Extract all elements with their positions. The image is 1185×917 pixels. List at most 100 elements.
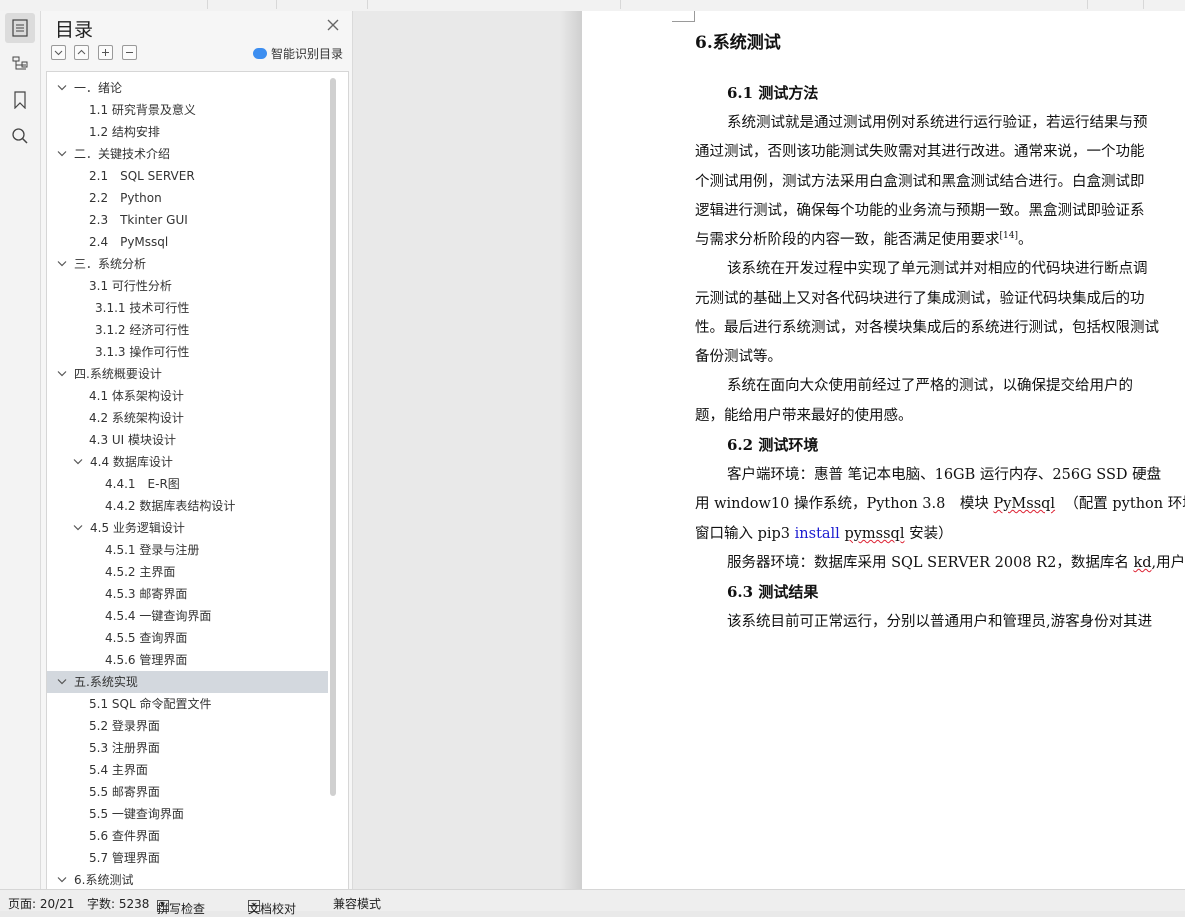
toc-item[interactable]: 3.1.2 经济可行性 bbox=[47, 319, 328, 341]
toc-item[interactable]: 4.4.2 数据库表结构设计 bbox=[47, 495, 328, 517]
toc-item-label: 4.4.1 E-R图 bbox=[105, 477, 180, 491]
toc-item[interactable]: 3.1.3 操作可行性 bbox=[47, 341, 328, 363]
toc-item[interactable]: 4.5.6 管理界面 bbox=[47, 649, 328, 671]
toc-item[interactable]: 1.1 研究背景及意义 bbox=[47, 99, 328, 121]
chapter-panel-button[interactable] bbox=[5, 49, 35, 79]
toc-item[interactable]: 2.1 SQL SERVER bbox=[47, 165, 328, 187]
chevron-down-icon[interactable] bbox=[57, 84, 67, 92]
toc-item[interactable]: 5.4 主界面 bbox=[47, 759, 328, 781]
toc-scrollbar[interactable] bbox=[330, 78, 336, 796]
page-indicator[interactable]: 页面: 20/21 bbox=[8, 895, 74, 912]
toc-item[interactable]: 4.1 体系架构设计 bbox=[47, 385, 328, 407]
toc-item[interactable]: 4.2 系统架构设计 bbox=[47, 407, 328, 429]
toc-item[interactable]: 4.4.1 E-R图 bbox=[47, 473, 328, 495]
toc-item-label: 4.1 体系架构设计 bbox=[89, 389, 184, 403]
toc-item-label: 4.5.5 查询界面 bbox=[105, 631, 188, 645]
paragraph-line: 系统测试就是通过测试用例对系统进行运行验证，若运行结果与预 bbox=[727, 115, 1148, 131]
toc-item[interactable]: 2.4 PyMssql bbox=[47, 231, 328, 253]
toc-item[interactable]: 4.4 数据库设计 bbox=[47, 451, 328, 473]
toc-item[interactable]: 5.3 注册界面 bbox=[47, 737, 328, 759]
paragraph-text: ,用户 bbox=[1151, 555, 1185, 571]
toc-item-label: 2.1 SQL SERVER bbox=[89, 169, 195, 183]
toc-item[interactable]: 4.5 业务逻辑设计 bbox=[47, 517, 328, 539]
toc-item[interactable]: 5.5 一键查询界面 bbox=[47, 803, 328, 825]
paragraph-text: 窗口输入 pip3 bbox=[695, 526, 795, 542]
toc-item-label: 5.7 管理界面 bbox=[89, 851, 160, 865]
spell-check-label: 拼写检查 bbox=[157, 902, 206, 916]
toc-item[interactable]: 4.3 UI 模块设计 bbox=[47, 429, 328, 451]
paragraph-text: 。 bbox=[1017, 232, 1033, 248]
paragraph-line: 该系统目前可正常运行，分别以普通用户和管理员,游客身份对其进 bbox=[727, 614, 1153, 630]
paragraph-text: 用 window10 操作系统，Python 3.8 模块 bbox=[695, 496, 994, 512]
toc-item[interactable]: 1.2 结构安排 bbox=[47, 121, 328, 143]
chevron-down-icon[interactable] bbox=[57, 150, 67, 158]
chevron-down-icon[interactable] bbox=[57, 370, 67, 378]
toc-item[interactable]: 3.1 可行性分析 bbox=[47, 275, 328, 297]
toc-item[interactable]: 5.1 SQL 命令配置文件 bbox=[47, 693, 328, 715]
chevron-down-icon[interactable] bbox=[57, 876, 67, 884]
collapse-all-button[interactable] bbox=[51, 45, 66, 60]
paragraph-line: 服务器环境：数据库采用 SQL SERVER 2008 R2，数据库名 kd,用… bbox=[727, 551, 1185, 572]
toc-item[interactable]: 三．系统分析 bbox=[47, 253, 328, 275]
chevron-down-icon[interactable] bbox=[57, 678, 67, 686]
toc-item[interactable]: 4.5.1 登录与注册 bbox=[47, 539, 328, 561]
bookmark-panel-button[interactable] bbox=[5, 85, 35, 115]
spell-check-toggle[interactable]: ✓ 拼写检查 ▾ bbox=[157, 895, 205, 916]
expand-all-button[interactable] bbox=[74, 45, 89, 60]
outline-icon bbox=[12, 19, 28, 37]
smart-toc-label: 智能识别目录 bbox=[271, 47, 344, 61]
add-heading-button[interactable] bbox=[98, 45, 113, 60]
toolbar-divider bbox=[207, 0, 208, 9]
toc-item[interactable]: 5.5 邮寄界面 bbox=[47, 781, 328, 803]
citation: [14] bbox=[999, 231, 1018, 242]
paragraph-text: 与需求分析阶段的内容一致，能否满足使用要求 bbox=[695, 232, 1000, 248]
toc-item[interactable]: 四.系统概要设计 bbox=[47, 363, 328, 385]
toc-item[interactable]: 4.5.3 邮寄界面 bbox=[47, 583, 328, 605]
section-heading-6-2: 6.2 测试环境 bbox=[727, 436, 819, 454]
toc-item[interactable]: 6.系统测试 bbox=[47, 869, 328, 889]
toc-item[interactable]: 5.2 登录界面 bbox=[47, 715, 328, 737]
close-icon[interactable] bbox=[325, 17, 341, 33]
toolbar-divider bbox=[276, 0, 277, 9]
page-corner-mark bbox=[672, 11, 695, 22]
toc-item-label: 4.4 数据库设计 bbox=[90, 455, 173, 469]
toc-item-label: 6.系统测试 bbox=[74, 873, 134, 887]
remove-heading-button[interactable] bbox=[122, 45, 137, 60]
toc-item[interactable]: 2.2 Python bbox=[47, 187, 328, 209]
status-bar: 页面: 20/21 字数: 5238 ✓ 拼写检查 ▾ × 文档校对 兼容模式 bbox=[0, 889, 1185, 916]
toc-item[interactable]: 4.5.5 查询界面 bbox=[47, 627, 328, 649]
chevron-down-icon bbox=[54, 50, 63, 56]
compat-mode-label: 兼容模式 bbox=[333, 897, 382, 911]
paragraph-text: （配置 python 环境变 bbox=[1064, 496, 1185, 512]
toc-item-label: 三．系统分析 bbox=[74, 257, 147, 271]
workspace-background bbox=[353, 11, 581, 889]
paragraph-line: 客户端环境：惠普 笔记本电脑、16GB 运行内存、256G SSD 硬盘 bbox=[727, 467, 1162, 483]
toc-item-label: 4.4.2 数据库表结构设计 bbox=[105, 499, 236, 513]
toc-item[interactable]: 二．关键技术介绍 bbox=[47, 143, 328, 165]
toc-item[interactable]: 5.6 查件界面 bbox=[47, 825, 328, 847]
toc-item-label: 4.2 系统架构设计 bbox=[89, 411, 184, 425]
toc-item[interactable]: 5.7 管理界面 bbox=[47, 847, 328, 869]
toc-panel-button[interactable] bbox=[5, 13, 35, 43]
toc-item[interactable]: 五.系统实现 bbox=[47, 671, 328, 693]
paragraph-line: 该系统在开发过程中实现了单元测试并对相应的代码块进行断点调 bbox=[727, 261, 1148, 277]
chevron-down-icon[interactable] bbox=[73, 524, 83, 532]
spell-flagged-word: pymssql bbox=[844, 526, 905, 542]
bookmark-icon bbox=[14, 91, 26, 109]
search-panel-button[interactable] bbox=[5, 121, 35, 151]
search-icon bbox=[12, 128, 28, 144]
smart-toc-button[interactable]: 智能识别目录 bbox=[253, 45, 343, 61]
toc-item[interactable]: 4.5.2 主界面 bbox=[47, 561, 328, 583]
toc-item[interactable]: 4.5.4 一键查询界面 bbox=[47, 605, 328, 627]
toc-item-label: 4.5.6 管理界面 bbox=[105, 653, 188, 667]
spell-flagged-word: kd bbox=[1133, 555, 1152, 571]
word-count[interactable]: 字数: 5238 bbox=[87, 895, 149, 912]
chevron-down-icon[interactable] bbox=[73, 458, 83, 466]
paragraph-line: 通过测试，否则该功能测试失败需对其进行改进。通常来说，一个功能 bbox=[695, 144, 1145, 160]
chevron-down-icon[interactable] bbox=[57, 260, 67, 268]
document-page[interactable]: 6.系统测试 6.1 测试方法 系统测试就是通过测试用例对系统进行运行验证，若运… bbox=[582, 11, 1185, 889]
toc-item[interactable]: 2.3 Tkinter GUI bbox=[47, 209, 328, 231]
toc-item[interactable]: 3.1.1 技术可行性 bbox=[47, 297, 328, 319]
toc-item[interactable]: 一．绪论 bbox=[47, 77, 328, 99]
spell-flagged-word: PyMssql bbox=[993, 496, 1056, 512]
